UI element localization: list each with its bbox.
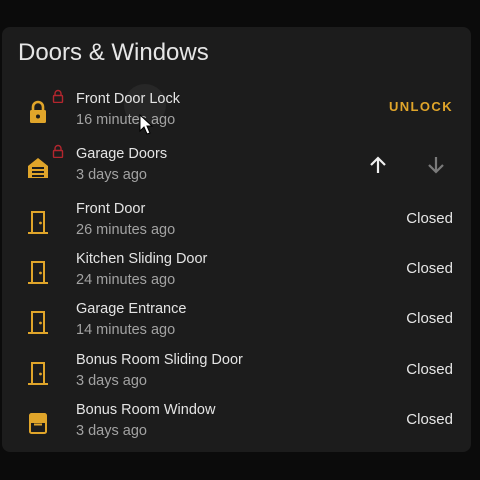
entity-name: Kitchen Sliding Door xyxy=(76,251,208,267)
last-changed: 14 minutes ago xyxy=(76,322,176,338)
card-title: Doors & Windows xyxy=(18,39,209,66)
entity-name: Garage Doors xyxy=(76,146,168,162)
last-changed: 3 days ago xyxy=(76,423,147,439)
entity-state: Closed xyxy=(406,210,453,227)
entity-row-kitchen-sliding-door[interactable]: Kitchen Sliding Door 24 minutes ago Clos… xyxy=(2,247,471,297)
entity-state: Closed xyxy=(406,260,453,277)
lock-badge-icon xyxy=(52,144,64,158)
window-closed-icon[interactable] xyxy=(26,410,50,436)
last-changed: 3 days ago xyxy=(76,167,147,183)
last-changed: 24 minutes ago xyxy=(76,272,176,288)
arrow-down-icon[interactable] xyxy=(425,154,447,176)
entity-row-bonus-room-window[interactable]: Bonus Room Window 3 days ago Closed xyxy=(2,398,471,448)
entity-state: Closed xyxy=(406,411,453,428)
door-closed-icon[interactable] xyxy=(26,259,50,285)
entity-row-bonus-room-sliding-door[interactable]: Bonus Room Sliding Door 3 days ago Close… xyxy=(2,348,471,398)
entity-state: Closed xyxy=(406,310,453,327)
door-closed-icon[interactable] xyxy=(26,360,50,386)
arrow-up-icon[interactable] xyxy=(367,154,389,176)
entity-row-front-door-lock[interactable]: Front Door Lock 16 minutes ago UNLOCK xyxy=(2,87,471,137)
entity-name: Bonus Room Sliding Door xyxy=(76,352,243,368)
unlock-button[interactable]: UNLOCK xyxy=(389,99,453,114)
entity-row-garage-entrance[interactable]: Garage Entrance 14 minutes ago Closed xyxy=(2,297,471,347)
last-changed: 26 minutes ago xyxy=(76,222,176,238)
entity-name: Front Door xyxy=(76,201,146,217)
door-closed-icon[interactable] xyxy=(26,209,50,235)
garage-icon[interactable] xyxy=(26,154,50,180)
mouse-cursor-icon xyxy=(139,114,154,135)
door-closed-icon[interactable] xyxy=(26,309,50,335)
entity-row-front-door[interactable]: Front Door 26 minutes ago Closed xyxy=(2,197,471,247)
entity-name: Bonus Room Window xyxy=(76,402,216,418)
last-changed: 3 days ago xyxy=(76,373,147,389)
doors-windows-card: Doors & Windows Front Door Lock 16 minut… xyxy=(2,27,471,452)
lock-badge-icon xyxy=(52,89,64,103)
lock-icon[interactable] xyxy=(26,99,50,125)
entity-row-garage-doors[interactable]: Garage Doors 3 days ago xyxy=(2,142,471,192)
entity-name: Garage Entrance xyxy=(76,301,187,317)
entity-state: Closed xyxy=(406,361,453,378)
